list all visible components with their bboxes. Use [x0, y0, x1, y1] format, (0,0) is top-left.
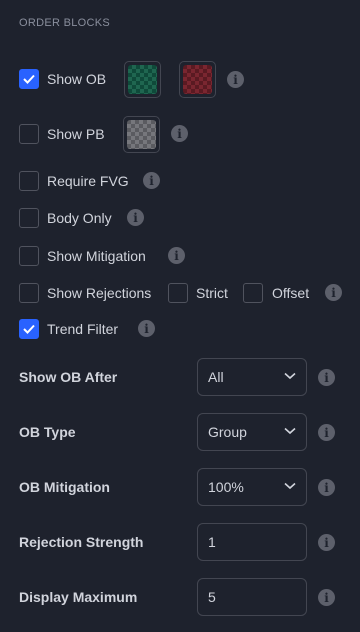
- info-icon[interactable]: i: [318, 479, 335, 496]
- trend-filter-checkbox[interactable]: [19, 319, 39, 339]
- show-ob-after-value: All: [208, 369, 224, 385]
- info-icon[interactable]: i: [318, 369, 335, 386]
- require-fvg-label: Require FVG: [47, 173, 129, 189]
- ob-type-select[interactable]: Group: [197, 413, 307, 451]
- chevron-down-icon: [284, 482, 296, 490]
- info-icon[interactable]: i: [318, 534, 335, 551]
- chevron-down-icon: [284, 372, 296, 380]
- show-mitigation-label: Show Mitigation: [47, 248, 146, 264]
- ob-mitigation-value: 100%: [208, 479, 244, 495]
- info-icon[interactable]: i: [143, 172, 160, 189]
- display-maximum-label: Display Maximum: [19, 589, 138, 605]
- trend-filter-label: Trend Filter: [47, 321, 119, 337]
- body-only-checkbox[interactable]: [19, 208, 39, 228]
- offset-checkbox[interactable]: [243, 283, 263, 303]
- offset-label: Offset: [272, 285, 310, 301]
- pb-color-swatch[interactable]: [123, 116, 160, 153]
- show-ob-checkbox[interactable]: [19, 69, 39, 89]
- info-icon[interactable]: i: [168, 247, 185, 264]
- ob-mitigation-select[interactable]: 100%: [197, 468, 307, 506]
- body-only-label: Body Only: [47, 210, 112, 226]
- display-maximum-value: 5: [208, 589, 216, 605]
- ob-bear-color-swatch[interactable]: [179, 61, 216, 98]
- check-icon: [23, 74, 35, 84]
- display-maximum-input[interactable]: 5: [197, 578, 307, 616]
- info-icon[interactable]: i: [325, 284, 342, 301]
- section-title: ORDER BLOCKS: [19, 17, 111, 29]
- ob-bull-color-swatch[interactable]: [124, 61, 161, 98]
- show-ob-after-label: Show OB After: [19, 369, 118, 385]
- show-pb-label: Show PB: [47, 126, 105, 142]
- check-icon: [23, 324, 35, 334]
- rejection-strength-value: 1: [208, 534, 216, 550]
- ob-type-value: Group: [208, 424, 247, 440]
- info-icon[interactable]: i: [318, 424, 335, 441]
- show-pb-checkbox[interactable]: [19, 124, 39, 144]
- info-icon[interactable]: i: [318, 589, 335, 606]
- rejection-strength-label: Rejection Strength: [19, 534, 144, 550]
- strict-label: Strict: [196, 285, 228, 301]
- show-rejections-label: Show Rejections: [47, 285, 152, 301]
- show-rejections-checkbox[interactable]: [19, 283, 39, 303]
- ob-mitigation-label: OB Mitigation: [19, 479, 110, 495]
- info-icon[interactable]: i: [138, 320, 155, 337]
- chevron-down-icon: [284, 427, 296, 435]
- show-ob-label: Show OB: [47, 71, 107, 87]
- info-icon[interactable]: i: [227, 71, 244, 88]
- require-fvg-checkbox[interactable]: [19, 171, 39, 191]
- show-ob-after-select[interactable]: All: [197, 358, 307, 396]
- info-icon[interactable]: i: [171, 125, 188, 142]
- ob-type-label: OB Type: [19, 424, 76, 440]
- rejection-strength-input[interactable]: 1: [197, 523, 307, 561]
- strict-checkbox[interactable]: [168, 283, 188, 303]
- show-mitigation-checkbox[interactable]: [19, 246, 39, 266]
- info-icon[interactable]: i: [127, 209, 144, 226]
